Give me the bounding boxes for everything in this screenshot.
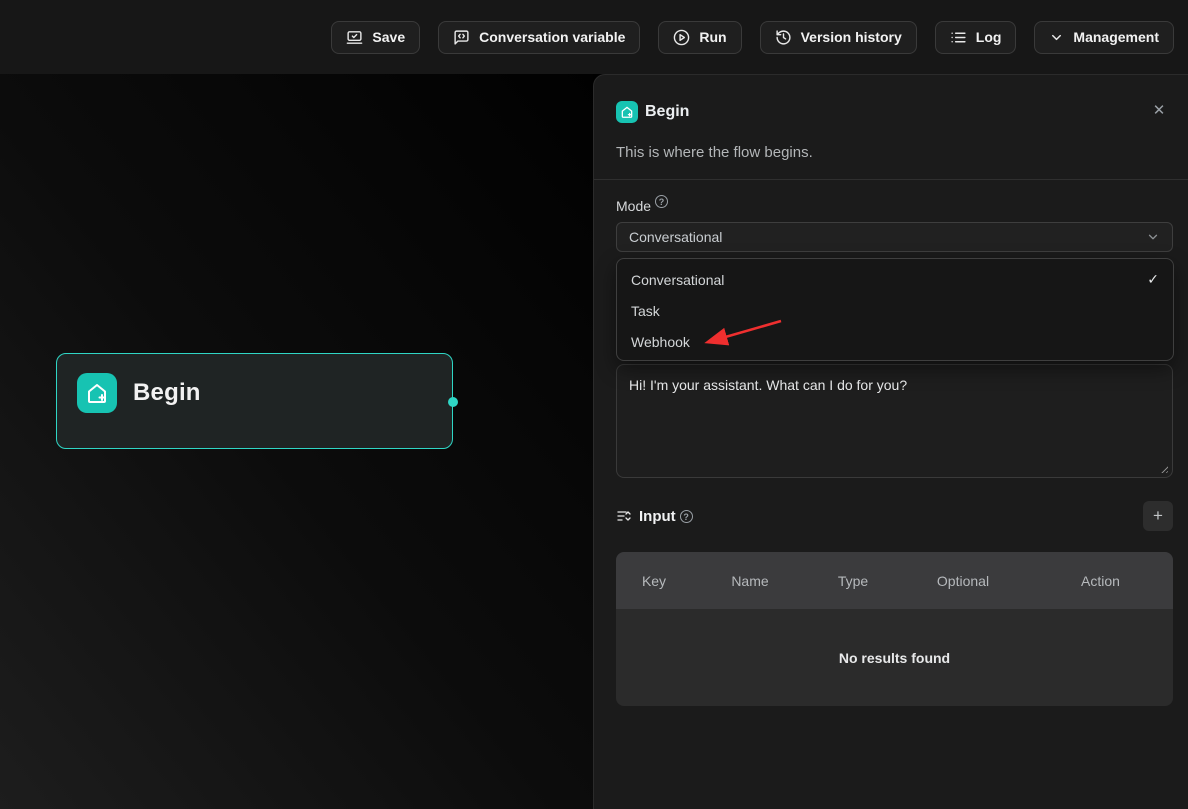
opening-greeting-textarea[interactable]: Hi! I'm your assistant. What can I do fo… [616, 364, 1173, 478]
conversation-variable-button-label: Conversation variable [479, 29, 625, 45]
input-table-header: Key Name Type Optional Action [616, 552, 1173, 609]
mode-dropdown: Conversational ✓ Task Webhook [616, 258, 1174, 361]
begin-config-panel: Begin ✕ This is where the flow begins. M… [593, 74, 1188, 809]
option-label: Conversational [631, 272, 1147, 288]
add-input-button[interactable]: + [1143, 501, 1173, 531]
management-button-label: Management [1073, 29, 1159, 45]
mode-label: Mode? [616, 195, 668, 214]
option-label: Task [631, 303, 1159, 319]
panel-description: This is where the flow begins. [616, 144, 813, 161]
begin-node[interactable]: Begin [56, 353, 453, 449]
input-section-label: Input [639, 508, 676, 525]
column-header-type: Type [808, 573, 898, 589]
mode-option-webhook[interactable]: Webhook [617, 326, 1173, 357]
node-output-handle[interactable] [448, 397, 458, 407]
circle-play-icon [673, 29, 690, 46]
mode-option-task[interactable]: Task [617, 295, 1173, 326]
management-button[interactable]: Management [1034, 21, 1174, 54]
save-button[interactable]: Save [331, 21, 420, 54]
column-header-optional: Optional [898, 573, 1028, 589]
version-history-button[interactable]: Version history [760, 21, 917, 54]
panel-title: Begin [645, 103, 689, 121]
log-button[interactable]: Log [935, 21, 1017, 54]
help-icon: ? [655, 195, 668, 208]
mode-label-text: Mode [616, 198, 651, 214]
history-icon [775, 29, 792, 46]
input-table-empty-state: No results found [616, 609, 1173, 706]
option-label: Webhook [631, 334, 1159, 350]
house-plus-icon [77, 373, 117, 413]
check-icon: ✓ [1147, 271, 1159, 288]
flow-canvas[interactable]: Begin [0, 74, 593, 809]
chevron-down-icon [1049, 30, 1064, 45]
input-table: Key Name Type Optional Action No results… [616, 552, 1173, 706]
list-icon [950, 29, 967, 46]
column-header-action: Action [1028, 573, 1173, 589]
column-header-name: Name [692, 573, 808, 589]
empty-state-text: No results found [839, 650, 950, 666]
chevron-down-icon [1146, 230, 1160, 244]
mode-select[interactable]: Conversational [616, 222, 1173, 252]
run-button[interactable]: Run [658, 21, 741, 54]
panel-divider [594, 179, 1188, 180]
list-sort-icon [616, 508, 632, 524]
run-button-label: Run [699, 29, 726, 45]
help-icon: ? [680, 510, 693, 523]
top-toolbar: Save Conversation variable Run Version h… [0, 0, 1188, 74]
input-section-header: Input? + [616, 501, 1173, 531]
mode-select-value: Conversational [629, 229, 1146, 245]
version-history-button-label: Version history [801, 29, 902, 45]
column-header-key: Key [616, 573, 692, 589]
message-square-code-icon [453, 29, 470, 46]
mode-option-conversational[interactable]: Conversational ✓ [617, 264, 1173, 295]
agent-flow-editor: Save Conversation variable Run Version h… [0, 0, 1188, 809]
laptop-check-icon [346, 29, 363, 46]
close-icon[interactable]: ✕ [1147, 99, 1171, 123]
begin-node-title: Begin [133, 379, 201, 407]
save-button-label: Save [372, 29, 405, 45]
conversation-variable-button[interactable]: Conversation variable [438, 21, 640, 54]
house-icon [616, 101, 638, 123]
log-button-label: Log [976, 29, 1002, 45]
